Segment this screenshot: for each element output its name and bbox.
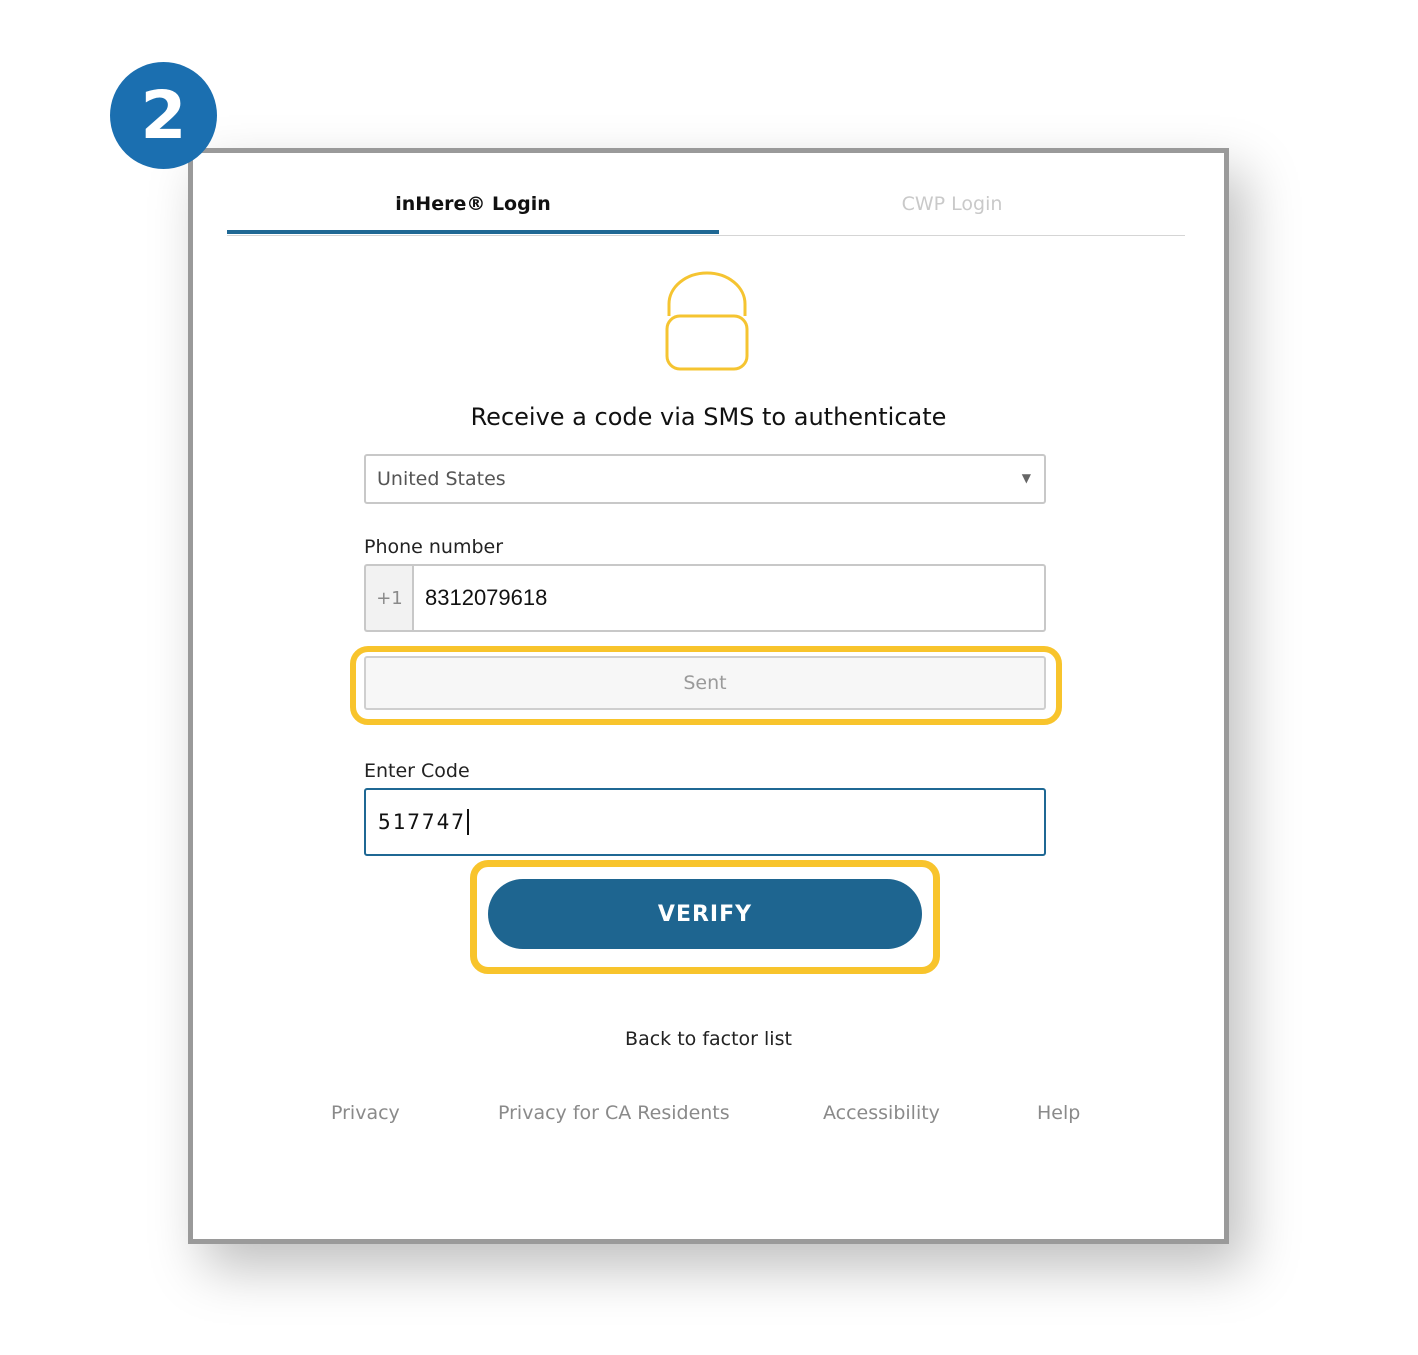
step-number: 2 bbox=[140, 77, 187, 154]
footer-privacy-ca-link[interactable]: Privacy for CA Residents bbox=[498, 1102, 730, 1124]
footer-accessibility-link[interactable]: Accessibility bbox=[823, 1102, 940, 1124]
back-to-factor-list-link[interactable]: Back to factor list bbox=[193, 1028, 1224, 1050]
country-select[interactable]: United States ▼ bbox=[364, 454, 1046, 504]
tab-cwp-login[interactable]: CWP Login bbox=[719, 193, 1185, 215]
lock-icon bbox=[665, 271, 749, 371]
text-caret bbox=[466, 809, 469, 835]
footer-help-link[interactable]: Help bbox=[1037, 1102, 1080, 1124]
verification-code-value: 517747 bbox=[378, 810, 466, 834]
step-number-badge: 2 bbox=[110, 62, 217, 169]
phone-number-label: Phone number bbox=[364, 536, 504, 558]
tab-inhere-login[interactable]: inHere® Login bbox=[227, 193, 719, 215]
phone-number-input[interactable]: 8312079618 bbox=[412, 564, 1046, 632]
footer-privacy-link[interactable]: Privacy bbox=[331, 1102, 400, 1124]
send-code-button[interactable]: Sent bbox=[364, 656, 1046, 710]
login-tabs: inHere® Login CWP Login bbox=[227, 153, 1185, 236]
phone-number-value: 8312079618 bbox=[425, 585, 548, 610]
enter-code-label: Enter Code bbox=[364, 760, 470, 782]
chevron-down-icon: ▼ bbox=[1021, 471, 1031, 485]
verification-code-input[interactable]: 517747 bbox=[364, 788, 1046, 856]
country-code-prefix: +1 bbox=[364, 564, 413, 632]
active-tab-indicator bbox=[227, 230, 719, 234]
country-selected-value: United States bbox=[377, 468, 506, 490]
page-heading: Receive a code via SMS to authenticate bbox=[470, 403, 947, 431]
verify-button[interactable]: VERIFY bbox=[488, 879, 922, 949]
login-card: inHere® Login CWP Login Receive a code v… bbox=[188, 148, 1229, 1244]
